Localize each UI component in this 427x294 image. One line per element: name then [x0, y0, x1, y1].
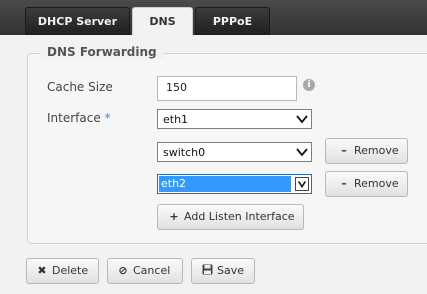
- remove-label: Remove: [354, 177, 399, 190]
- tab-bar: DHCP Server DNS PPPoE: [0, 0, 427, 35]
- add-label: Add Listen Interface: [184, 210, 295, 223]
- tab-dns[interactable]: DNS: [132, 7, 193, 35]
- remove-label: Remove: [354, 144, 399, 157]
- save-label: Save: [217, 264, 245, 277]
- tab-label: PPPoE: [212, 15, 253, 28]
- plus-icon: +: [169, 210, 179, 223]
- minus-icon: –: [341, 177, 347, 190]
- chevron-down-icon: [296, 148, 308, 157]
- add-listen-interface-button[interactable]: + Add Listen Interface: [157, 204, 304, 230]
- delete-label: Delete: [52, 264, 89, 277]
- select-value: switch0: [163, 146, 206, 159]
- remove-interface-button[interactable]: – Remove: [325, 171, 408, 197]
- minus-icon: –: [341, 144, 347, 157]
- remove-interface-button[interactable]: – Remove: [325, 138, 408, 164]
- interface-select-2[interactable]: switch0: [157, 142, 312, 162]
- interface-label-text: Interface: [47, 111, 101, 125]
- delete-button[interactable]: ✖ Delete: [26, 258, 99, 284]
- close-icon: ✖: [37, 264, 47, 277]
- interface-select-3[interactable]: eth2: [157, 174, 312, 194]
- cancel-label: Cancel: [133, 264, 171, 277]
- cancel-button[interactable]: ⊘ Cancel: [107, 258, 183, 284]
- required-marker: *: [104, 111, 111, 125]
- cache-size-input[interactable]: 150: [157, 76, 297, 101]
- tab-label: DHCP Server: [37, 15, 118, 28]
- select-value: eth1: [163, 113, 189, 126]
- info-icon: i: [303, 79, 315, 91]
- tab-label: DNS: [149, 15, 176, 28]
- section-title: DNS Forwarding: [40, 45, 164, 59]
- chevron-down-icon: [296, 115, 308, 124]
- cancel-icon: ⊘: [118, 264, 128, 277]
- cache-size-label: Cache Size: [47, 80, 113, 94]
- tab-dhcp-server[interactable]: DHCP Server: [25, 7, 130, 35]
- select-value: eth2: [159, 176, 291, 192]
- chevron-down-icon: [295, 177, 309, 191]
- tab-pppoe[interactable]: PPPoE: [195, 7, 270, 35]
- interface-select-1[interactable]: eth1: [157, 109, 312, 129]
- interface-label: Interface *: [47, 111, 111, 125]
- save-button[interactable]: Save: [191, 258, 255, 284]
- save-icon: [201, 259, 213, 283]
